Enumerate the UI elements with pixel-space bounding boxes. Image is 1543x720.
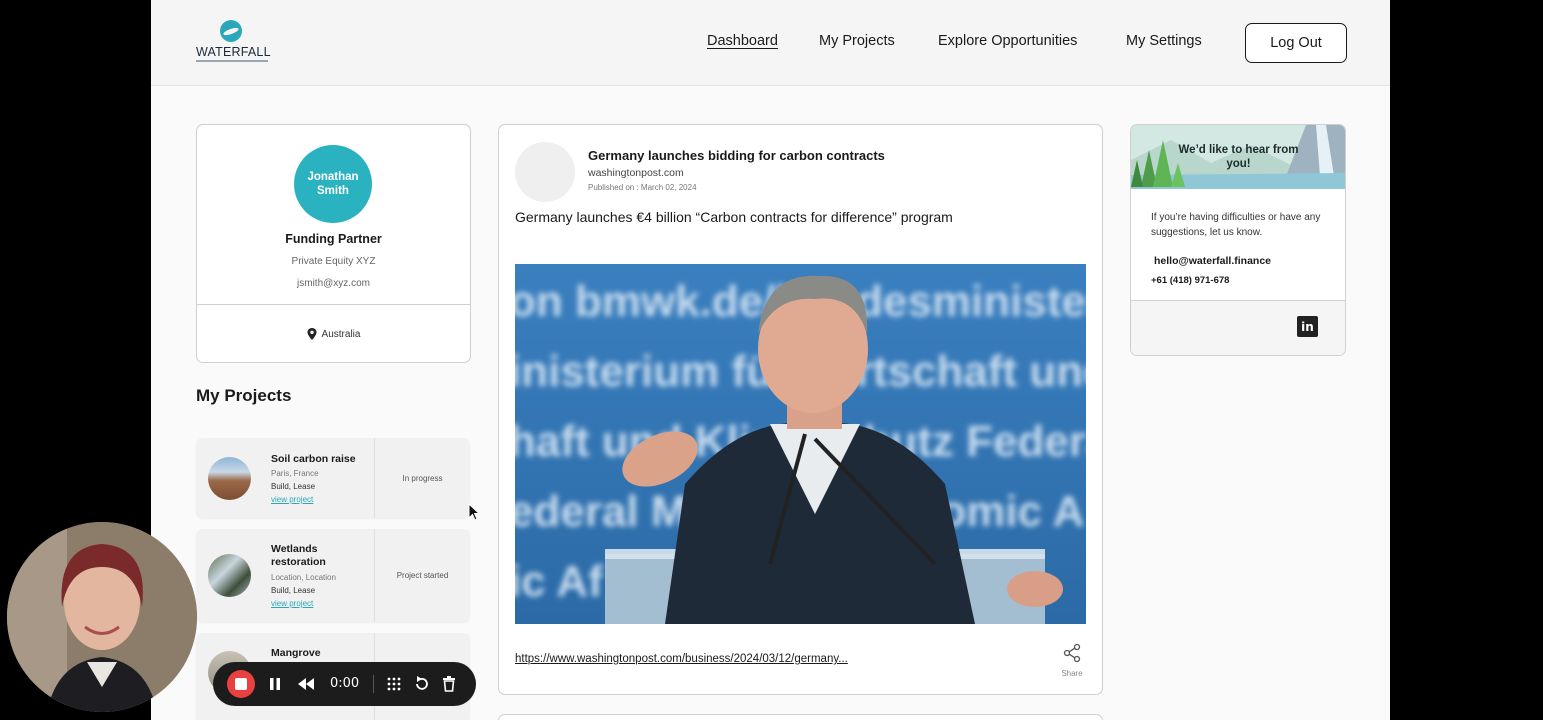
nav-dashboard[interactable]: Dashboard xyxy=(707,33,778,49)
grid-icon[interactable] xyxy=(385,673,403,695)
recording-toolbar: 0:00 xyxy=(213,662,476,706)
waterfall-logo[interactable]: WATERFALL xyxy=(196,20,276,68)
location-pin-icon xyxy=(307,328,317,340)
logo-icon xyxy=(220,20,242,42)
share-button[interactable]: Share xyxy=(1057,643,1087,678)
stop-recording-button[interactable] xyxy=(227,670,255,698)
profile-organization: Private Equity XYZ xyxy=(291,256,376,267)
backdrop-text: ic Af xyxy=(515,557,603,606)
webcam-video xyxy=(7,522,197,712)
app-page: WATERFALL Dashboard My Projects Explore … xyxy=(151,0,1390,720)
news-source: washingtonpost.com xyxy=(588,167,684,179)
logout-button[interactable]: Log Out xyxy=(1245,23,1347,63)
project-card[interactable]: Wetlands restoration Location, Location … xyxy=(196,529,470,622)
project-type: Build, Lease xyxy=(271,586,316,595)
profile-role: Funding Partner xyxy=(285,232,382,246)
project-status: In progress xyxy=(402,474,443,483)
view-project-link[interactable]: view project xyxy=(271,599,313,608)
news-card: Germany launches bidding for carbon cont… xyxy=(498,124,1103,695)
delete-icon[interactable] xyxy=(440,673,458,695)
profile-card: Jonathan Smith Funding Partner Private E… xyxy=(196,124,471,363)
mouse-cursor-icon xyxy=(468,503,481,521)
avatar-last-name: Smith xyxy=(317,185,349,197)
restart-icon[interactable] xyxy=(413,673,431,695)
nav-my-settings[interactable]: My Settings xyxy=(1126,33,1202,49)
share-label: Share xyxy=(1061,669,1083,678)
project-name: Wetlands restoration xyxy=(271,543,326,568)
contact-footer: in xyxy=(1131,301,1345,355)
news-headline[interactable]: Germany launches bidding for carbon cont… xyxy=(588,148,885,163)
nav-explore-opportunities[interactable]: Explore Opportunities xyxy=(938,33,1077,49)
webcam-overlay[interactable] xyxy=(7,522,197,712)
news-photo-image: on bmwk.de/bundesminister inisterium für… xyxy=(515,264,1086,624)
nav-my-projects[interactable]: My Projects xyxy=(819,33,895,49)
logo-tagline xyxy=(196,60,268,62)
location-label: Australia xyxy=(321,328,361,340)
project-location: Location, Location xyxy=(271,573,336,582)
contact-email[interactable]: hello@waterfall.finance xyxy=(1154,255,1271,267)
contact-banner-title: We’d like to hear from you! xyxy=(1178,144,1299,170)
project-name: Mangrove xyxy=(271,647,321,659)
my-projects-heading: My Projects xyxy=(196,386,292,405)
contact-description: If you’re having difficulties or have an… xyxy=(1151,212,1321,238)
project-name: Soil carbon raise xyxy=(271,453,356,465)
news-published-date: Published on : March 02, 2024 xyxy=(588,183,697,192)
linkedin-icon[interactable]: in xyxy=(1297,316,1318,337)
contact-card: We’d like to hear from you! If you’re ha… xyxy=(1130,124,1346,356)
contact-phone[interactable]: +61 (418) 971-678 xyxy=(1151,275,1229,286)
contact-banner: We’d like to hear from you! xyxy=(1131,125,1345,189)
toolbar-divider xyxy=(373,675,374,693)
avatar-first-name: Jonathan xyxy=(307,171,359,183)
rewind-icon[interactable] xyxy=(297,673,315,695)
profile-email: jsmith@xyz.com xyxy=(297,278,370,289)
avatar[interactable]: Jonathan Smith xyxy=(294,145,372,223)
stop-icon xyxy=(235,678,247,690)
top-navigation-bar: WATERFALL Dashboard My Projects Explore … xyxy=(151,0,1390,86)
source-avatar xyxy=(515,142,575,202)
share-icon xyxy=(1063,643,1081,663)
recording-timer: 0:00 xyxy=(330,676,360,691)
profile-location: Australia xyxy=(197,328,470,340)
project-thumbnail xyxy=(208,457,251,500)
project-type: Build, Lease xyxy=(271,482,316,491)
view-project-link[interactable]: view project xyxy=(271,495,313,504)
news-photo[interactable]: on bmwk.de/bundesminister inisterium für… xyxy=(515,264,1086,624)
project-card[interactable]: Soil carbon raise Paris, France Build, L… xyxy=(196,438,470,518)
profile-divider xyxy=(197,304,470,305)
project-status: Project started xyxy=(396,571,449,580)
project-thumbnail xyxy=(208,554,251,597)
logo-text: WATERFALL xyxy=(196,45,271,59)
news-summary: Germany launches €4 billion “Carbon cont… xyxy=(515,209,953,225)
project-location: Paris, France xyxy=(271,469,319,478)
next-news-card xyxy=(498,714,1103,720)
pause-icon[interactable] xyxy=(268,673,282,695)
news-article-link[interactable]: https://www.washingtonpost.com/business/… xyxy=(515,653,848,665)
